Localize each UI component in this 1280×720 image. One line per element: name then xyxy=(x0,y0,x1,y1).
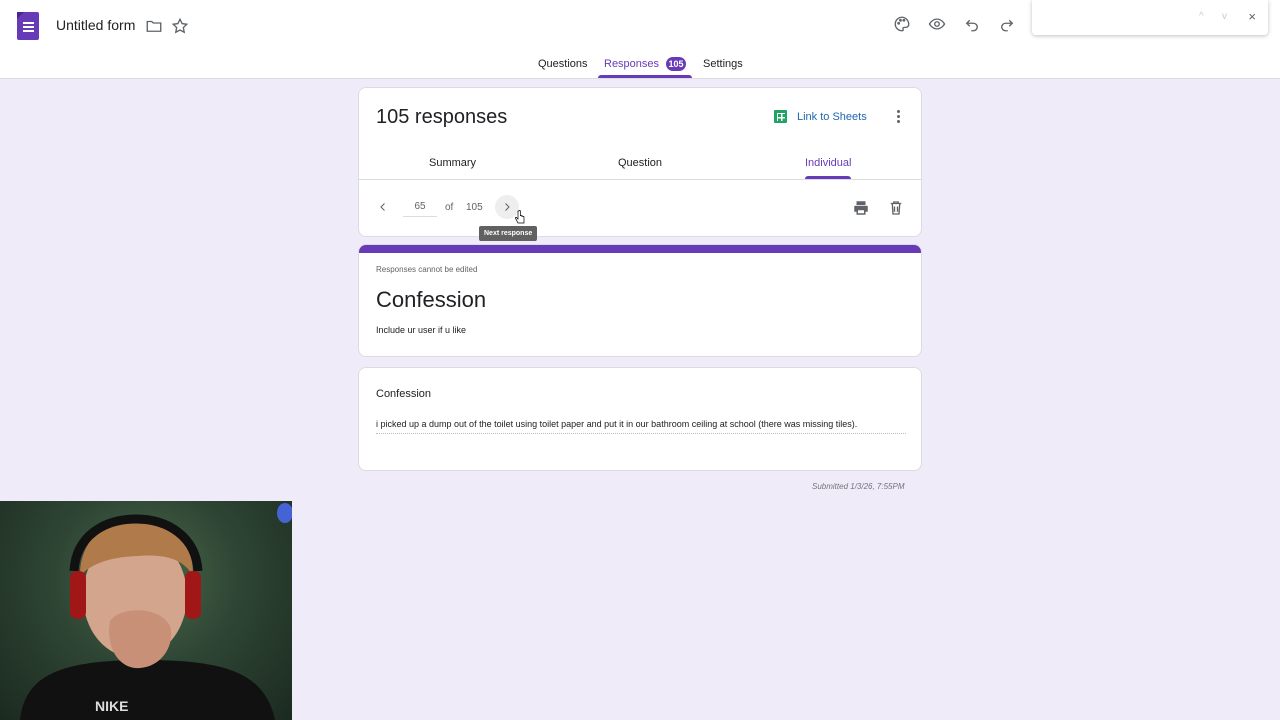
close-icon[interactable]: × xyxy=(1248,9,1256,24)
find-previous-icon[interactable]: ^ xyxy=(1199,11,1204,22)
find-bar: ^ v × xyxy=(1032,0,1268,35)
total-responses-label: 105 xyxy=(466,202,483,213)
question-card: Confession i picked up a dump out of the… xyxy=(358,367,922,471)
hand-cursor-icon xyxy=(515,210,525,224)
accent-bar xyxy=(359,245,921,253)
submitted-timestamp: Submitted 1/3/26, 7:55PM xyxy=(812,482,905,491)
redo-icon[interactable] xyxy=(997,14,1017,34)
delete-trash-icon[interactable] xyxy=(886,198,906,218)
subtab-summary[interactable]: Summary xyxy=(429,157,476,169)
tab-responses[interactable]: Responses xyxy=(604,58,659,70)
chevron-left-icon xyxy=(380,203,385,211)
find-next-icon[interactable]: v xyxy=(1222,11,1227,22)
webcam-person-image: NIKE xyxy=(20,503,292,720)
main-tabs: Questions Responses 105 Settings xyxy=(0,55,1280,79)
responses-count-badge: 105 xyxy=(666,57,686,71)
forms-logo-icon[interactable] xyxy=(17,12,39,40)
tab-questions[interactable]: Questions xyxy=(538,58,588,70)
responses-header-card: 105 responses Link to Sheets Summary Que… xyxy=(358,87,922,237)
more-options-icon[interactable] xyxy=(897,110,900,123)
question-title: Confession xyxy=(376,388,432,400)
answer-text: i picked up a dump out of the toilet usi… xyxy=(376,417,906,434)
subtab-question[interactable]: Question xyxy=(618,157,662,169)
chevron-right-icon xyxy=(505,203,510,211)
svg-text:NIKE: NIKE xyxy=(95,698,128,714)
print-icon[interactable] xyxy=(851,198,871,218)
undo-icon[interactable] xyxy=(962,14,982,34)
active-tab-indicator xyxy=(598,75,692,78)
link-to-sheets-button[interactable]: Link to Sheets xyxy=(774,110,867,123)
tab-settings[interactable]: Settings xyxy=(703,58,743,70)
preview-eye-icon[interactable] xyxy=(927,14,947,34)
form-header-card: Responses cannot be edited Confession In… xyxy=(358,244,922,357)
link-to-sheets-label: Link to Sheets xyxy=(797,110,867,123)
document-title[interactable]: Untitled form xyxy=(56,17,135,33)
divider xyxy=(359,179,921,180)
responses-count-title: 105 responses xyxy=(376,106,508,128)
star-icon[interactable] xyxy=(171,17,189,35)
tooltip: Next response xyxy=(479,226,538,241)
sheets-icon xyxy=(774,110,787,123)
form-description: Include ur user if u like xyxy=(376,325,467,335)
webcam-overlay: NIKE xyxy=(0,501,292,720)
form-title: Confession xyxy=(376,287,487,312)
palette-icon[interactable] xyxy=(892,14,912,34)
previous-response-button[interactable] xyxy=(377,200,389,216)
response-number-input[interactable] xyxy=(403,197,437,217)
responses-locked-notice: Responses cannot be edited xyxy=(376,265,478,274)
of-label: of xyxy=(445,202,454,213)
folder-icon[interactable] xyxy=(145,17,163,35)
subtab-individual[interactable]: Individual xyxy=(805,157,851,169)
